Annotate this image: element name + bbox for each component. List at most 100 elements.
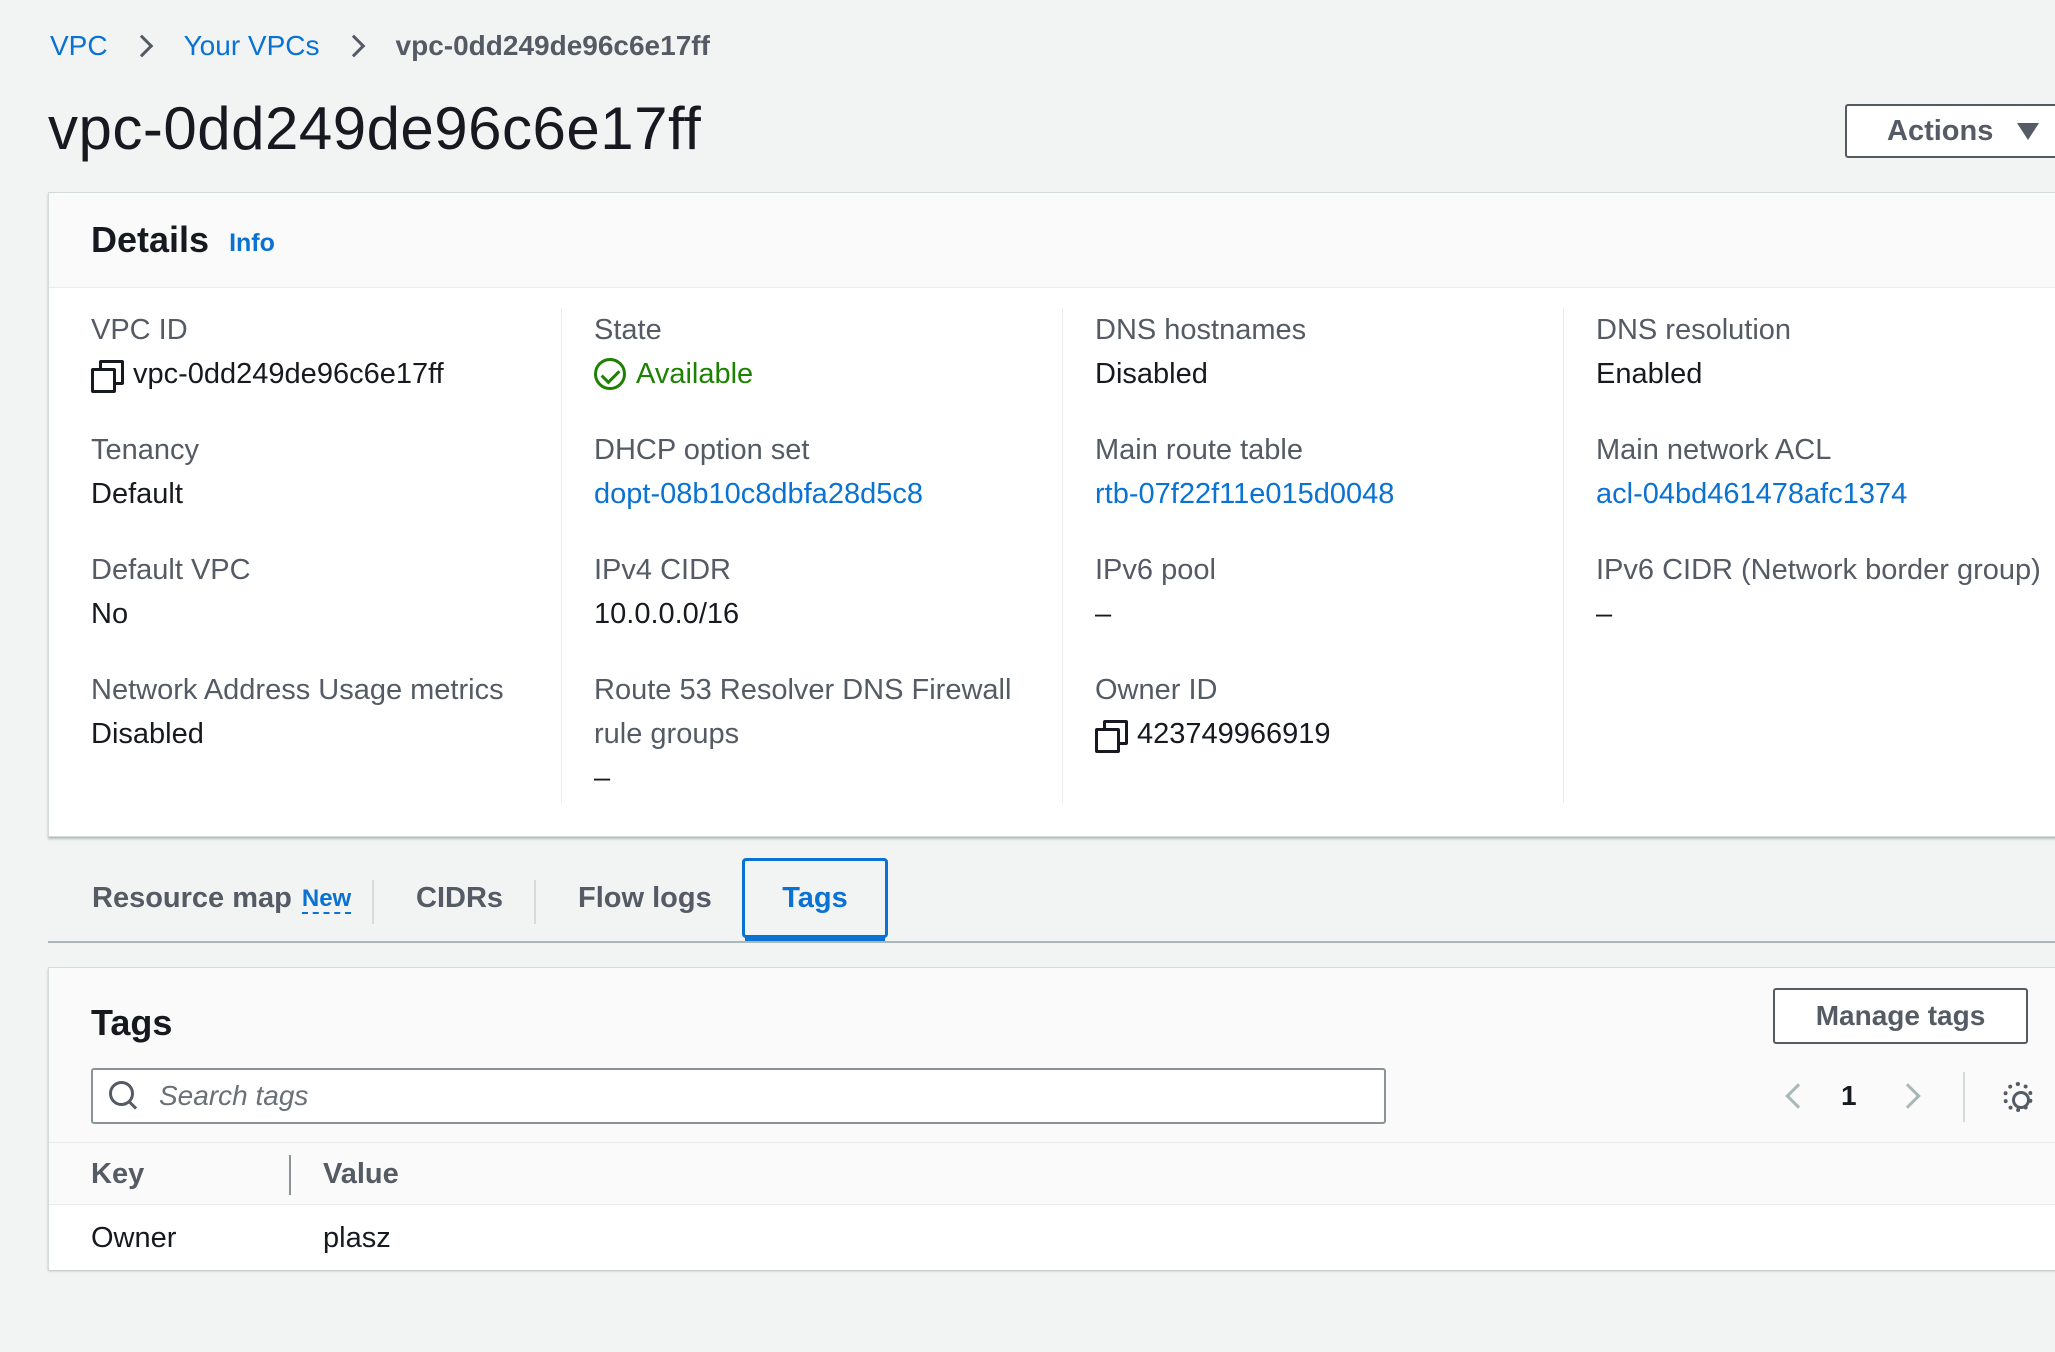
tag-value-cell: plasz (323, 1221, 391, 1254)
details-grid: VPC ID vpc-0dd249de96c6e17ff Tenancy Def… (49, 308, 2055, 803)
check-circle-icon (594, 358, 626, 390)
dns-hostnames-value: Disabled (1095, 358, 1208, 390)
owner-id-field: Owner ID 423749966919 (1095, 668, 1331, 756)
state-value: Available (594, 352, 753, 396)
tab-bar: Resource map New CIDRs Flow logs Tags (48, 858, 2055, 943)
tab-cidrs-label: CIDRs (416, 881, 504, 914)
chevron-right-icon (130, 34, 153, 58)
tab-resource-map[interactable]: Resource map New (92, 858, 352, 938)
table-header: Key Value (49, 1143, 2055, 1205)
chevron-right-icon (342, 34, 365, 58)
actions-button-label: Actions (1887, 114, 1994, 147)
route53-value: – (594, 762, 611, 794)
owner-id-text: 423749966919 (1137, 718, 1331, 750)
route53-field: Route 53 Resolver DNS Firewall rule grou… (594, 668, 1011, 800)
page-title: vpc-0dd249de96c6e17ff (48, 95, 702, 162)
main-route-table-link[interactable]: rtb-07f22f11e015d0048 (1095, 472, 1394, 516)
nau-metrics-value: Disabled (91, 718, 204, 750)
dns-resolution-field: DNS resolution Enabled (1596, 308, 1791, 396)
chevron-left-icon[interactable] (1785, 1083, 1811, 1109)
main-route-table-field: Main route table rtb-07f22f11e015d0048 (1095, 428, 1394, 516)
nau-metrics-label: Network Address Usage metrics (91, 674, 504, 706)
copy-icon[interactable] (91, 360, 124, 393)
tab-divider (372, 880, 374, 924)
details-header: Details Info (49, 193, 2055, 288)
pagination: 1 (1785, 1068, 1921, 1124)
tenancy-field: Tenancy Default (91, 428, 199, 516)
vpc-id-text: vpc-0dd249de96c6e17ff (133, 358, 444, 390)
dns-hostnames-field: DNS hostnames Disabled (1095, 308, 1306, 396)
details-panel: Details Info VPC ID vpc-0dd249de96c6e17f… (48, 192, 2055, 837)
default-vpc-value: No (91, 598, 129, 630)
owner-id-label: Owner ID (1095, 674, 1218, 706)
column-header-key[interactable]: Key (91, 1143, 144, 1205)
dhcp-option-set-link[interactable]: dopt-08b10c8dbfa28d5c8 (594, 472, 923, 516)
ipv6-cidr-field: IPv6 CIDR (Network border group) – (1596, 548, 2041, 636)
gear-icon[interactable] (2003, 1082, 2033, 1112)
tenancy-value: Default (91, 478, 183, 510)
state-field: State Available (594, 308, 753, 396)
main-route-table-label: Main route table (1095, 434, 1303, 466)
default-vpc-label: Default VPC (91, 554, 251, 586)
route53-label-line1: Route 53 Resolver DNS Firewall (594, 674, 1012, 706)
main-network-acl-label: Main network ACL (1596, 434, 1832, 466)
tags-panel: Tags Manage tags 1 Key Value Owner plasz (48, 967, 2055, 1270)
details-column-4: DNS resolution Enabled Main network ACL … (1563, 308, 2055, 803)
new-badge[interactable]: New (301, 886, 352, 914)
tenancy-label: Tenancy (91, 434, 200, 466)
search-box[interactable] (91, 1068, 1386, 1124)
tab-divider (534, 880, 536, 924)
dns-resolution-value: Enabled (1596, 358, 1703, 390)
tab-flow-logs[interactable]: Flow logs (578, 858, 712, 938)
tab-cidrs[interactable]: CIDRs (416, 858, 503, 938)
table-row: Owner plasz (49, 1206, 2055, 1270)
ipv6-pool-value: – (1095, 598, 1112, 630)
page-number[interactable]: 1 (1841, 1080, 1857, 1112)
caret-down-icon (2017, 122, 2040, 140)
dhcp-option-set-label: DHCP option set (594, 434, 810, 466)
details-title: Details (91, 219, 210, 260)
tag-key-cell: Owner (91, 1221, 177, 1254)
state-text: Available (636, 358, 754, 390)
ipv6-cidr-label: IPv6 CIDR (Network border group) (1596, 554, 2041, 586)
ipv4-cidr-field: IPv4 CIDR 10.0.0.0/16 (594, 548, 739, 636)
state-label: State (594, 314, 662, 346)
search-input[interactable] (159, 1080, 1359, 1112)
tab-resource-map-label: Resource map (92, 881, 292, 914)
breadcrumb-vpc-link[interactable]: VPC (50, 30, 108, 62)
pagination-divider (1963, 1072, 1965, 1122)
ipv6-pool-field: IPv6 pool – (1095, 548, 1216, 636)
nau-metrics-field: Network Address Usage metrics Disabled (91, 668, 504, 756)
search-icon (109, 1081, 139, 1111)
vpc-id-value: vpc-0dd249de96c6e17ff (91, 352, 444, 396)
breadcrumb-your-vpcs-link[interactable]: Your VPCs (184, 30, 320, 62)
ipv6-pool-label: IPv6 pool (1095, 554, 1216, 586)
main-network-acl-field: Main network ACL acl-04bd461478afc1374 (1596, 428, 1907, 516)
ipv4-cidr-value: 10.0.0.0/16 (594, 598, 740, 630)
dhcp-option-set-field: DHCP option set dopt-08b10c8dbfa28d5c8 (594, 428, 923, 516)
tags-title: Tags (91, 1002, 173, 1043)
vpc-id-field: VPC ID vpc-0dd249de96c6e17ff (91, 308, 444, 396)
column-resize-handle[interactable] (289, 1155, 291, 1195)
chevron-right-icon[interactable] (1894, 1083, 1921, 1109)
ipv4-cidr-label: IPv4 CIDR (594, 554, 731, 586)
main-network-acl-link[interactable]: acl-04bd461478afc1374 (1596, 472, 1907, 516)
breadcrumb-current: vpc-0dd249de96c6e17ff (395, 30, 710, 61)
owner-id-value: 423749966919 (1095, 712, 1331, 756)
details-column-1: VPC ID vpc-0dd249de96c6e17ff Tenancy Def… (91, 308, 571, 803)
details-column-3: DNS hostnames Disabled Main route table … (1062, 308, 1562, 803)
ipv6-cidr-value: – (1596, 598, 1613, 630)
default-vpc-field: Default VPC No (91, 548, 251, 636)
column-header-value[interactable]: Value (323, 1143, 399, 1205)
vpc-id-label: VPC ID (91, 314, 188, 346)
tags-header: Tags Manage tags 1 (49, 968, 2055, 1143)
route53-label-line2: rule groups (594, 718, 740, 750)
tab-tags-label: Tags (782, 881, 848, 914)
actions-button[interactable]: Actions (1845, 104, 2055, 158)
info-link[interactable]: Info (229, 229, 275, 258)
manage-tags-button[interactable]: Manage tags (1773, 988, 2028, 1044)
dns-hostnames-label: DNS hostnames (1095, 314, 1307, 346)
copy-icon[interactable] (1095, 720, 1128, 753)
tab-tags[interactable]: Tags (742, 858, 888, 941)
details-column-2: State Available DHCP option set dopt-08b… (561, 308, 1061, 803)
